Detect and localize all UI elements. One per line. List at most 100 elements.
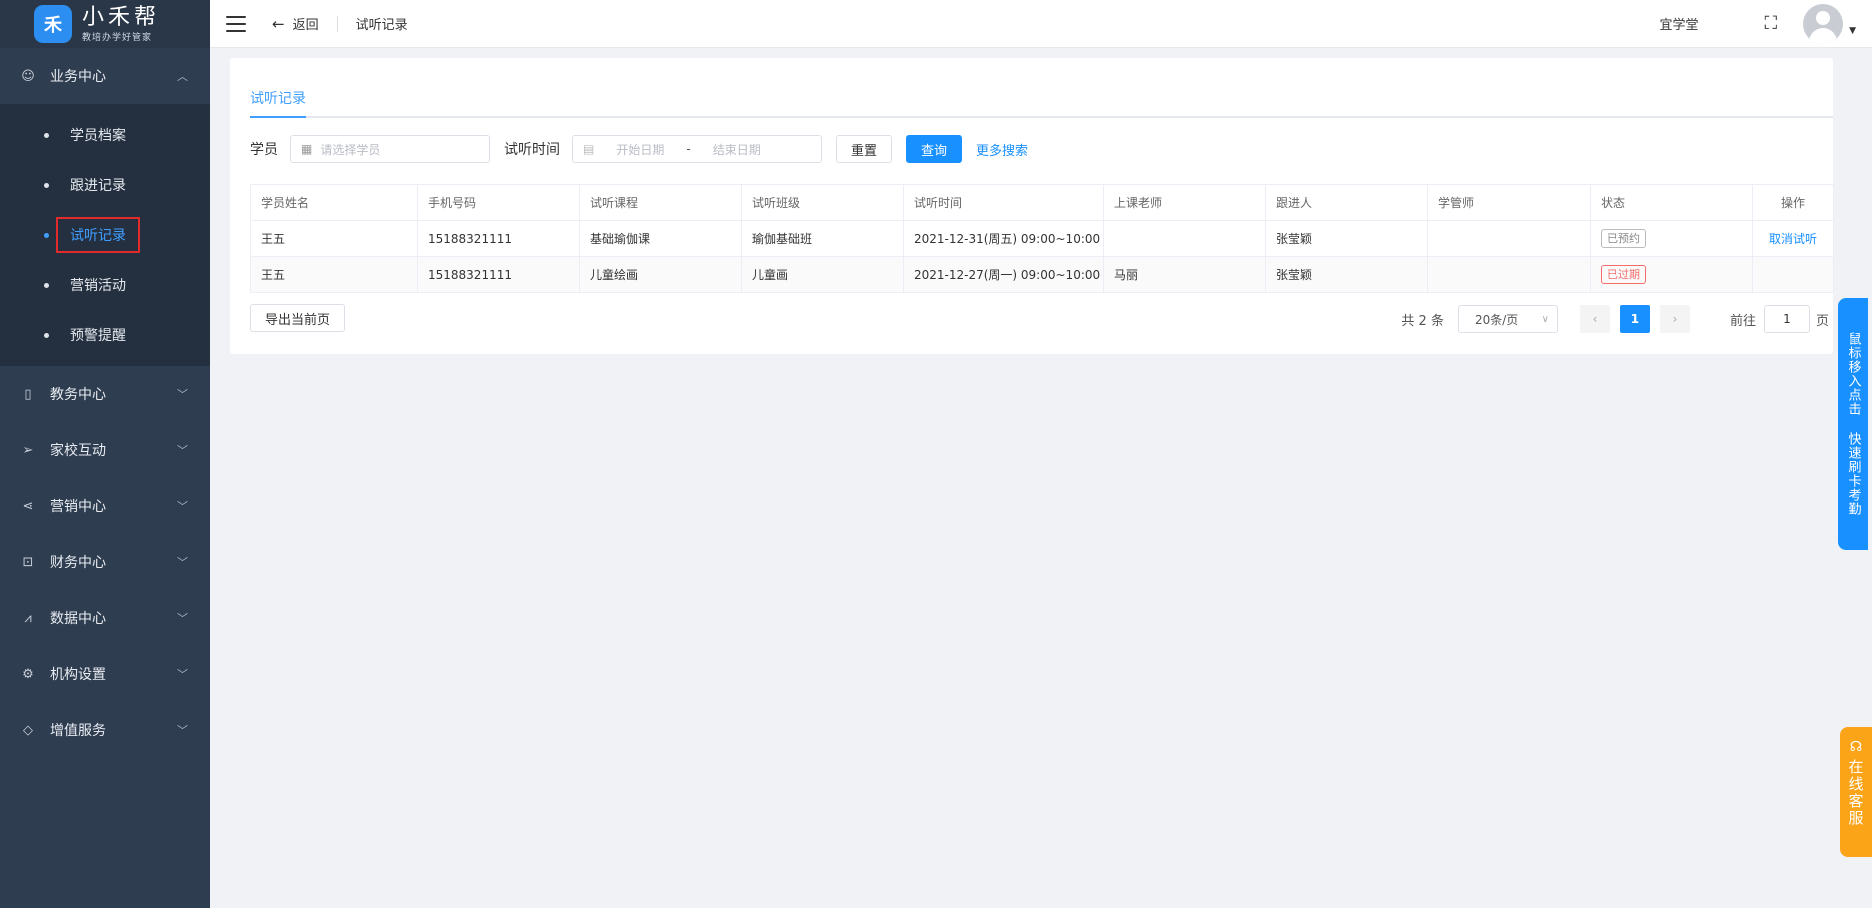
chevron-down-icon: ∨ [1541, 313, 1549, 325]
chevron-down-icon: ﹀ [177, 724, 188, 737]
column-header: 学管师 [1427, 184, 1591, 221]
table-row: 王五 15188321111 基础瑜伽课 瑜伽基础班 2021-12-31(周五… [250, 220, 1834, 257]
book-icon: ▯ [24, 386, 32, 402]
grid-icon: ▦ [301, 142, 313, 156]
caret-down-icon[interactable]: ▼ [1849, 26, 1856, 36]
logo-subtitle: 教培办学好管家 [82, 32, 153, 43]
bullet-icon [44, 332, 49, 338]
trial-time-label: 试听时间 [504, 142, 560, 158]
student-select[interactable]: ▦ 请选择学员 [290, 135, 490, 163]
more-search-link[interactable]: 更多搜索 [976, 140, 1028, 159]
column-header: 状态 [1590, 184, 1753, 221]
tab-bar: 试听记录 [250, 78, 1833, 118]
sidebar-item-data-center[interactable]: ⩘ 数据中心 ﹀ [0, 590, 210, 646]
cell-name: 王五 [250, 256, 418, 293]
sidebar-item-marketing-activities[interactable]: 营销活动 [0, 260, 210, 310]
menu-toggle-icon[interactable] [226, 15, 246, 32]
goto-label: 前往 [1729, 313, 1756, 329]
sidebar-item-business-center[interactable]: ☺ 业务中心 ︿ [0, 48, 210, 104]
back-button[interactable]: ← 返回 [272, 14, 319, 34]
bullet-icon [44, 182, 49, 188]
column-header: 跟进人 [1265, 184, 1428, 221]
status-badge: 已预约 [1601, 229, 1646, 248]
trial-records-table: 学员姓名 手机号码 试听课程 试听班级 试听时间 上课老师 跟进人 学管师 状态… [250, 184, 1834, 293]
submenu-business: 学员档案 跟进记录 试听记录 营销活动 预警提醒 [0, 104, 210, 366]
export-current-page-button[interactable]: 导出当前页 [250, 304, 346, 332]
sidebar-item-trial-records[interactable]: 试听记录 [0, 210, 210, 260]
cancel-trial-link[interactable]: 取消试听 [1769, 232, 1817, 246]
sidebar-item-label: 数据中心 [50, 611, 106, 627]
cell-status: 已过期 [1590, 256, 1753, 293]
cell-course: 儿童绘画 [579, 256, 742, 293]
date-range-picker[interactable]: ▤ 开始日期 - 结束日期 [572, 135, 822, 163]
paper-plane-icon: ➢ [22, 442, 34, 458]
sidebar-item-org-settings[interactable]: ⚙ 机构设置 ﹀ [0, 646, 210, 702]
user-circle-icon: ☺ [21, 68, 35, 84]
menu-group-business: ☺ 业务中心 ︿ 学员档案 跟进记录 试听记录 营销活动 预警提醒 [0, 48, 210, 366]
org-name[interactable]: 宜学堂 [1659, 14, 1698, 33]
cell-course: 基础瑜伽课 [579, 220, 742, 257]
table-footer: 导出当前页 共 2 条 20条/页 ∨ ‹ 1 › 前往 1 页 [250, 304, 1833, 334]
column-header: 操作 [1752, 184, 1834, 221]
cell-action: 取消试听 [1752, 220, 1834, 257]
chevron-down-icon: ﹀ [177, 668, 188, 681]
page-number-button[interactable]: 1 [1619, 305, 1650, 333]
cell-teacher [1103, 220, 1266, 257]
sidebar-item-label: 业务中心 [50, 69, 106, 85]
online-service-tab[interactable]: ☊ 在线客服 [1840, 727, 1872, 857]
tab-trial-records[interactable]: 试听记录 [250, 78, 306, 118]
bullet-icon [44, 282, 49, 288]
avatar[interactable] [1803, 3, 1844, 44]
table-header-row: 学员姓名 手机号码 试听课程 试听班级 试听时间 上课老师 跟进人 学管师 状态… [250, 184, 1834, 221]
logo-badge-icon: 禾 [34, 5, 72, 43]
start-date-input[interactable]: 开始日期 [616, 141, 664, 158]
online-service-label: 在线客服 [1846, 759, 1865, 827]
arrow-left-icon: ← [272, 14, 285, 33]
chevron-down-icon: ﹀ [177, 556, 188, 569]
chevron-down-icon: ﹀ [177, 500, 188, 513]
goto-page-input[interactable]: 1 [1763, 305, 1810, 333]
column-header: 试听课程 [579, 184, 742, 221]
finance-icon: ⊡ [22, 554, 34, 570]
sidebar-item-follow-records[interactable]: 跟进记录 [0, 160, 210, 210]
cell-time: 2021-12-31(周五) 09:00~10:00 [903, 220, 1104, 257]
sidebar-item-student-archive[interactable]: 学员档案 [0, 110, 210, 160]
next-page-button[interactable]: › [1659, 305, 1690, 333]
top-header: ← 返回 试听记录 宜学堂 ⛶ ▼ [210, 0, 1872, 48]
column-header: 手机号码 [417, 184, 580, 221]
end-date-input[interactable]: 结束日期 [713, 141, 761, 158]
fullscreen-icon[interactable]: ⛶ [1764, 13, 1777, 34]
diamond-icon: ◇ [23, 722, 33, 738]
cell-name: 王五 [250, 220, 418, 257]
sidebar-item-home-school[interactable]: ➢ 家校互动 ﹀ [0, 422, 210, 478]
sidebar-item-label: 营销中心 [50, 499, 106, 515]
cell-phone: 15188321111 [417, 220, 580, 257]
chevron-right-icon: › [1672, 312, 1678, 326]
sidebar-item-value-added[interactable]: ◇ 增值服务 ﹀ [0, 702, 210, 758]
page-size-value: 20条/页 [1474, 312, 1519, 327]
column-header: 试听时间 [903, 184, 1104, 221]
column-header: 试听班级 [741, 184, 904, 221]
sidebar-item-marketing-center[interactable]: ⋖ 营销中心 ﹀ [0, 478, 210, 534]
cell-teacher: 马丽 [1103, 256, 1266, 293]
bullet-icon [44, 132, 49, 138]
prev-page-button[interactable]: ‹ [1579, 305, 1610, 333]
sidebar-item-warning-reminders[interactable]: 预警提醒 [0, 310, 210, 360]
sidebar-item-finance-center[interactable]: ⊡ 财务中心 ﹀ [0, 534, 210, 590]
table-row: 王五 15188321111 儿童绘画 儿童画 2021-12-27(周一) 0… [250, 256, 1834, 293]
quick-attendance-tab[interactable]: 鼠标移入点击 快速刷卡考勤 [1838, 298, 1868, 550]
query-button[interactable]: 查询 [906, 135, 963, 163]
logo-title: 小禾帮 [82, 4, 161, 30]
chart-icon: ⩘ [24, 610, 32, 626]
cell-status: 已预约 [1590, 220, 1753, 257]
chevron-up-icon: ︿ [177, 70, 188, 83]
total-count: 共 2 条 [1401, 313, 1444, 329]
cell-time: 2021-12-27(周一) 09:00~10:00 [903, 256, 1104, 293]
bullet-icon [44, 232, 49, 238]
breadcrumb: 试听记录 [355, 18, 408, 33]
sidebar-item-label: 增值服务 [50, 723, 106, 739]
reset-button[interactable]: 重置 [836, 135, 893, 163]
chevron-down-icon: ﹀ [177, 388, 188, 401]
page-size-select[interactable]: 20条/页 ∨ [1457, 305, 1558, 333]
sidebar-item-academic-center[interactable]: ▯ 教务中心 ﹀ [0, 366, 210, 422]
